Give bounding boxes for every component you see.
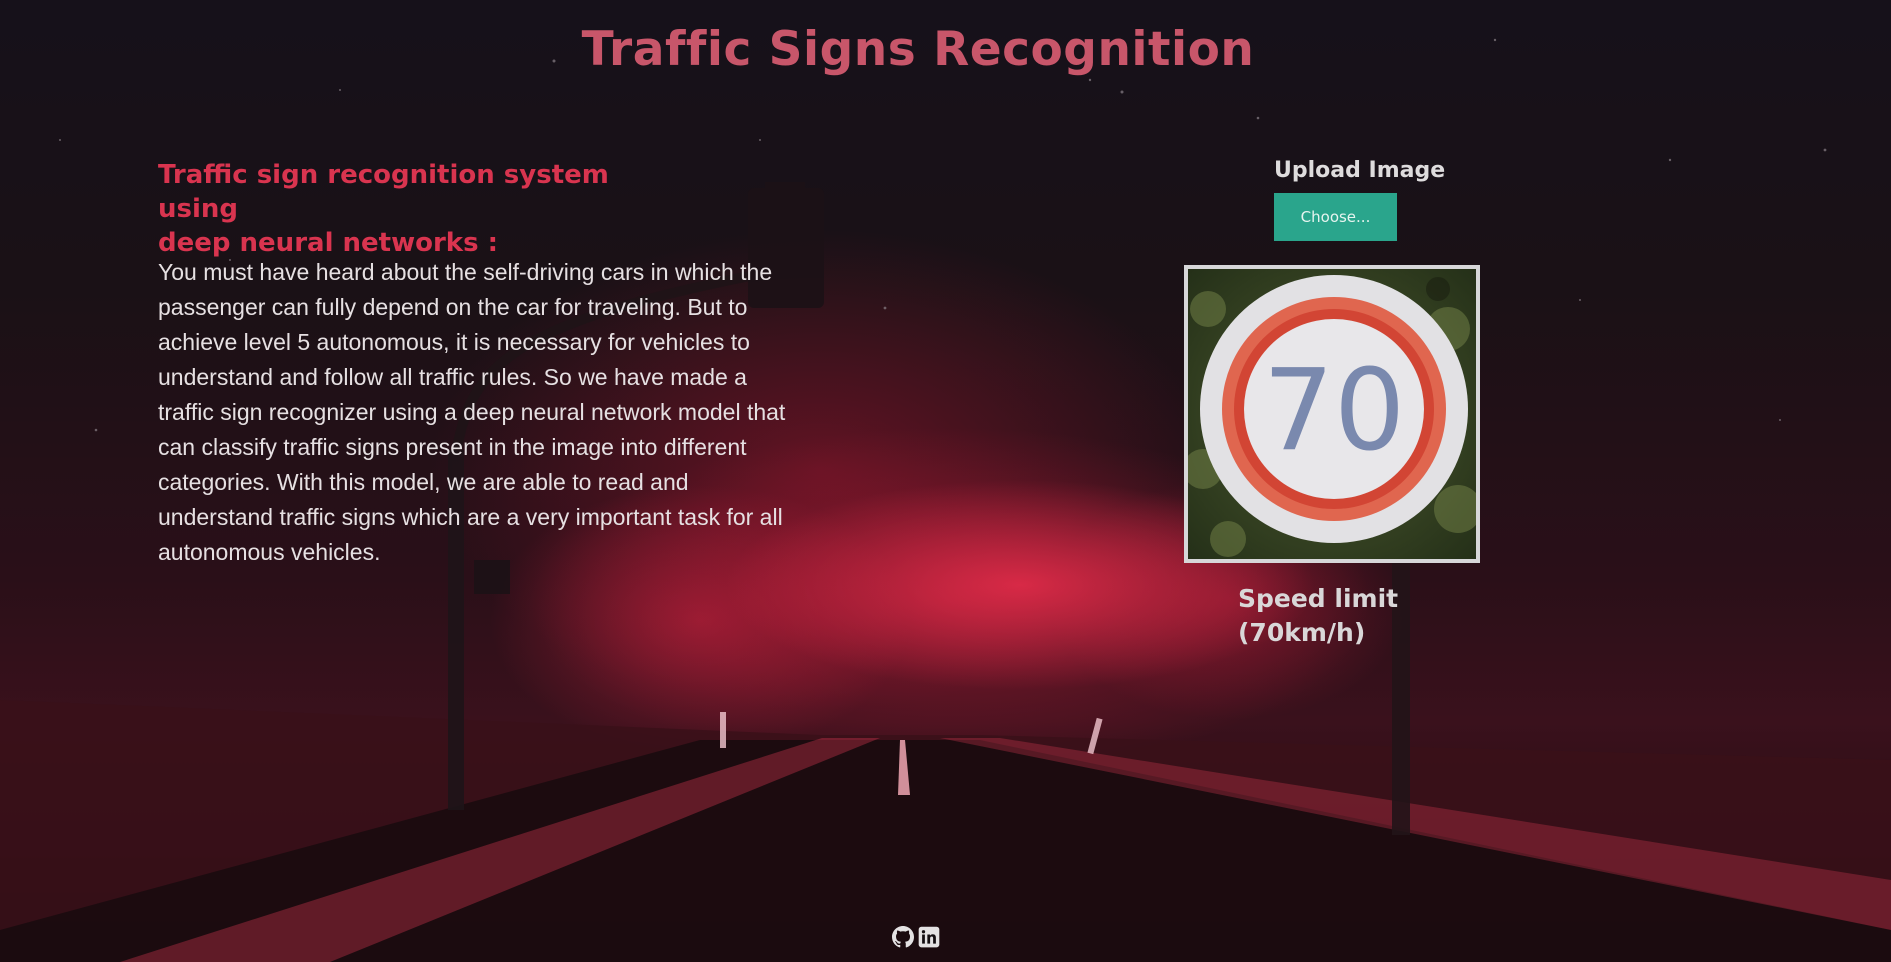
linkedin-icon[interactable] — [918, 926, 940, 948]
prediction-line1: Speed limit — [1238, 584, 1399, 613]
intro-subtitle: Traffic sign recognition system using de… — [158, 158, 678, 260]
page-title: Traffic Signs Recognition — [581, 22, 1255, 77]
prediction-line2: (70km/h) — [1238, 618, 1366, 647]
choose-file-button[interactable]: Choose... — [1274, 193, 1397, 241]
intro-subtitle-line2: deep neural networks : — [158, 228, 499, 258]
sign-speed-text: 70 — [1263, 346, 1406, 476]
uploaded-image-preview: 70 — [1184, 265, 1480, 563]
upload-label: Upload Image — [1274, 158, 1446, 183]
prediction-result: Speed limit (70km/h) — [1238, 582, 1498, 650]
footer-social-links — [892, 926, 940, 948]
intro-subtitle-line1: Traffic sign recognition system using — [158, 160, 609, 224]
speed-limit-sign-image: 70 — [1188, 269, 1476, 559]
intro-description: You must have heard about the self-drivi… — [158, 259, 786, 565]
preview-image: 70 — [1188, 269, 1476, 559]
github-icon[interactable] — [892, 926, 914, 948]
